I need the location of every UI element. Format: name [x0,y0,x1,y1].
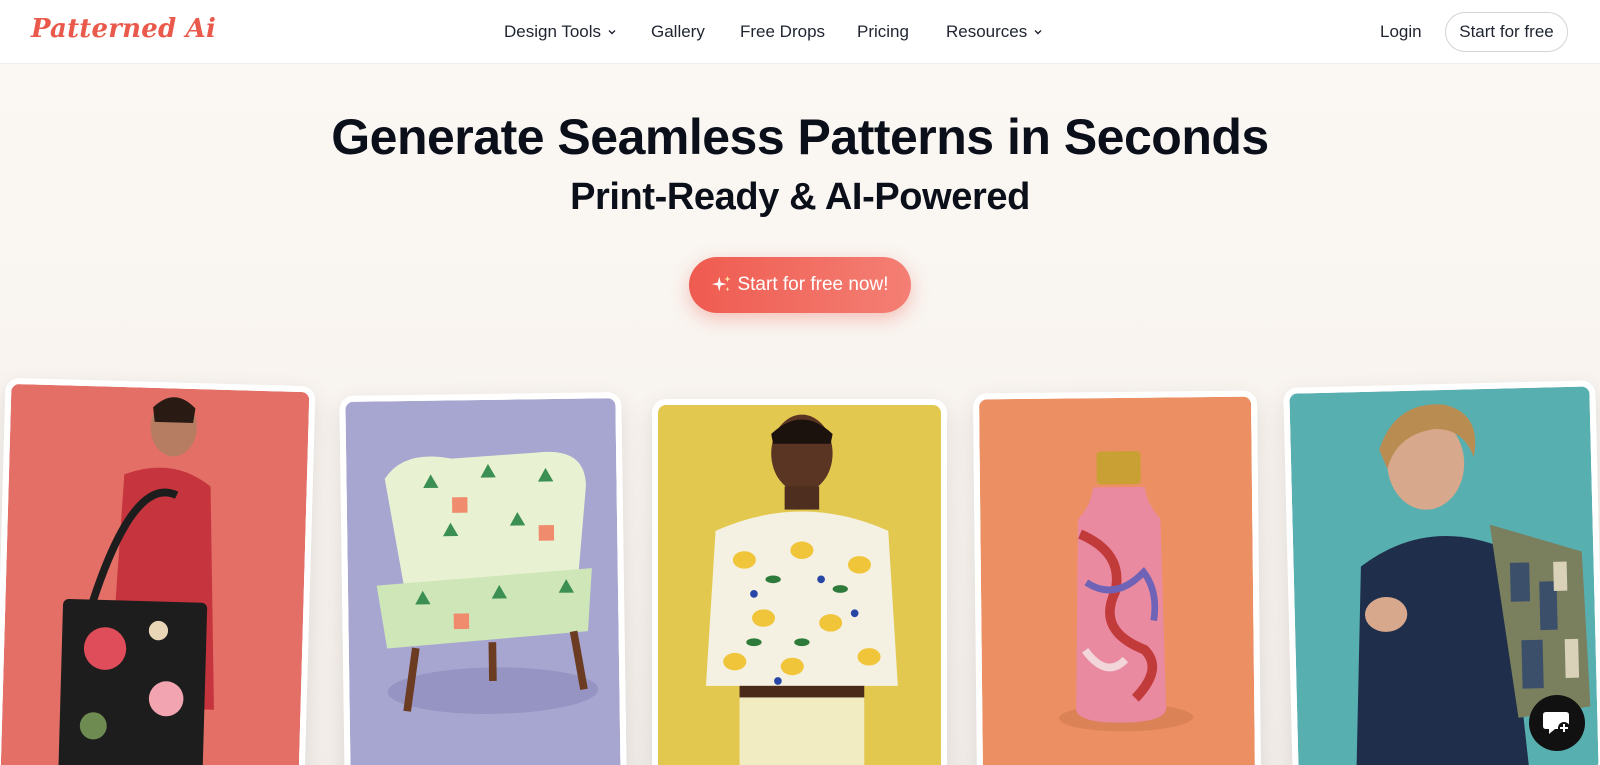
nav-design-tools[interactable]: Design Tools [504,22,617,42]
woman-with-floral-tote-image [0,383,310,765]
top-navigation-bar: Patterned Ai Design Tools Gallery Free D… [0,0,1600,64]
showcase-card-bottle [972,390,1262,765]
login-link[interactable]: Login [1380,22,1422,42]
hero-title: Generate Seamless Patterns in Seconds [331,109,1269,165]
chat-support-button[interactable] [1529,695,1585,751]
start-for-free-button[interactable]: Start for free [1445,12,1568,52]
nav-pricing-label: Pricing [857,22,909,41]
nav-resources[interactable]: Resources [946,22,1043,42]
nav-resources-label: Resources [946,22,1028,41]
nav-free-drops-label: Free Drops [740,22,826,41]
chevron-down-icon [1034,30,1042,35]
sparkle-icon [712,275,732,292]
nav-free-drops[interactable]: Free Drops [740,22,825,42]
palm-print-armchair-image [345,398,621,765]
cta-label: Start for free now! [737,274,889,295]
showcase-card-lemon-shirt [652,399,947,765]
chat-bubble-icon [1543,712,1570,734]
nav-pricing[interactable]: Pricing [857,22,909,42]
man-in-lemon-shirt-image [658,405,941,765]
marbled-water-bottle-image [979,396,1255,765]
start-for-free-now-button[interactable]: Start for free now! [689,257,911,313]
nav-gallery[interactable]: Gallery [651,22,705,42]
nav-design-tools-label: Design Tools [504,22,602,41]
brand-logo[interactable]: Patterned Ai [31,14,216,44]
showcase-card-armchair [339,392,627,765]
hero-subtitle: Print-Ready & AI-Powered [570,176,1030,218]
chevron-down-icon [608,30,616,35]
nav-gallery-label: Gallery [651,22,705,41]
showcase-card-tote [0,377,316,765]
